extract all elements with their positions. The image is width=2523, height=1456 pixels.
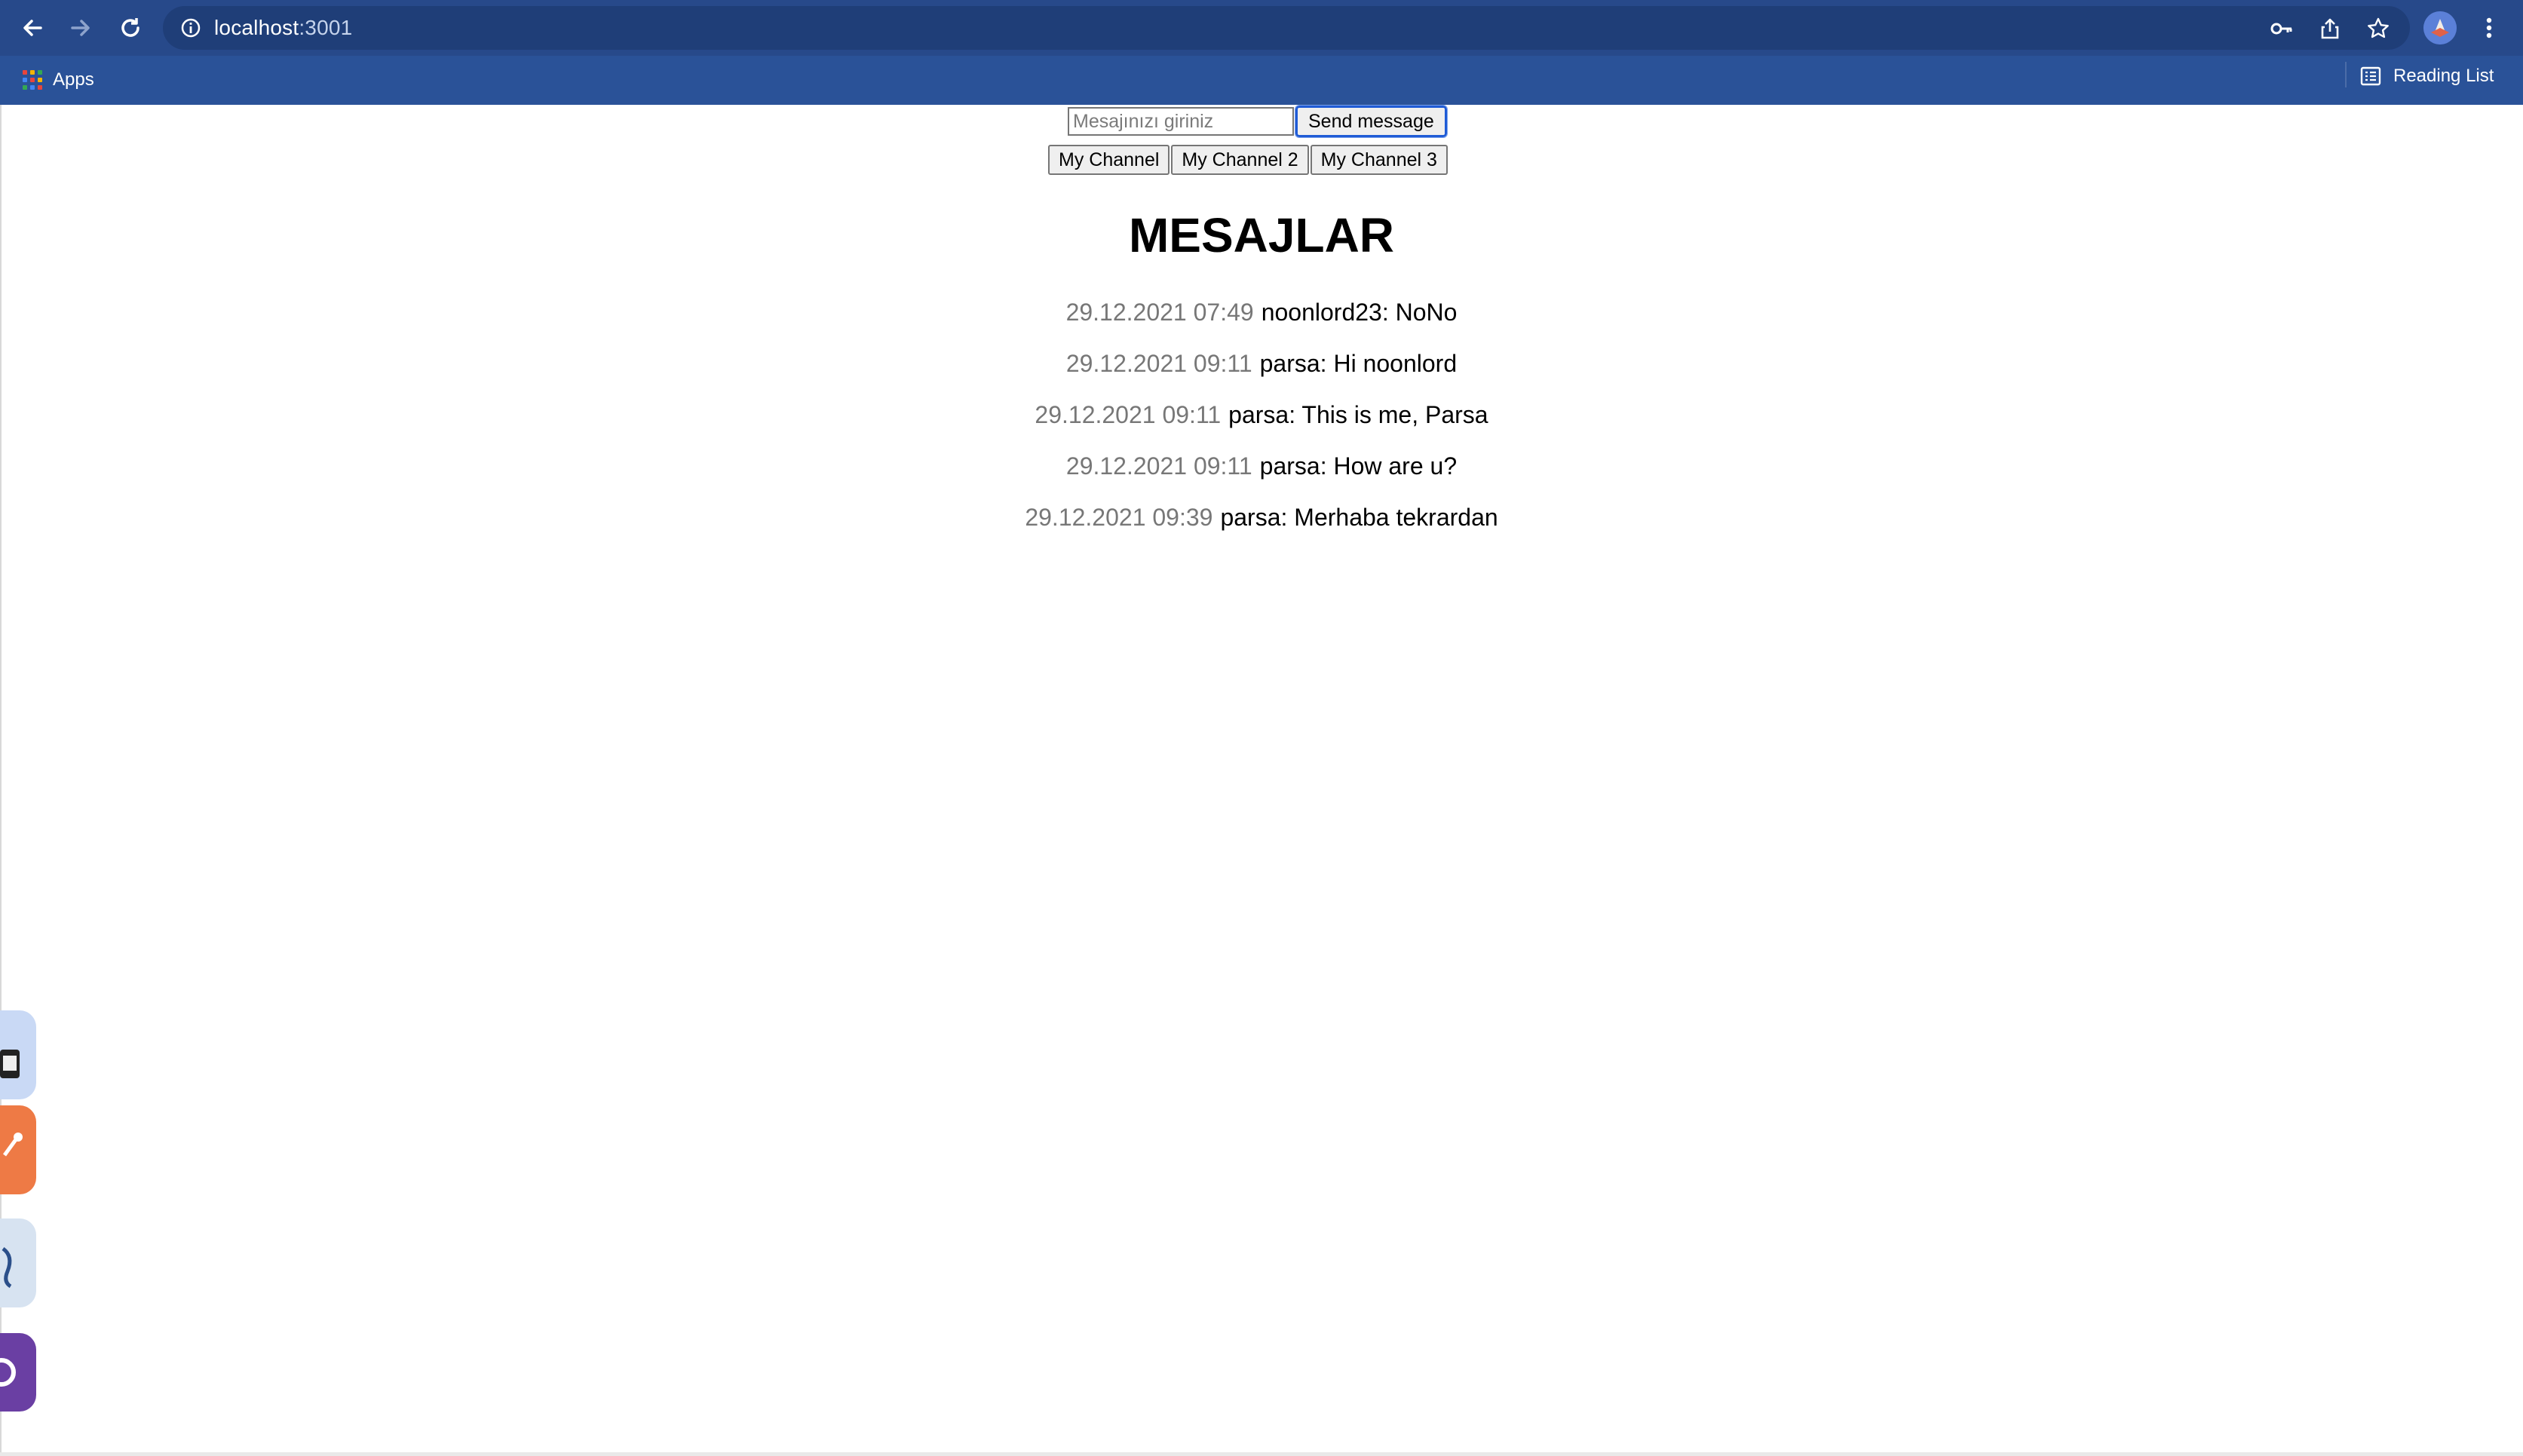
message-text: parsa: Merhaba tekrardan <box>1220 504 1498 531</box>
message-item: 29.12.2021 09:39 parsa: Merhaba tekrardan <box>0 495 2523 546</box>
message-timestamp: 29.12.2021 07:49 <box>1065 299 1254 326</box>
dock <box>0 1010 45 1433</box>
message-timestamp: 29.12.2021 09:11 <box>1065 452 1252 480</box>
send-message-button[interactable]: Send message <box>1295 105 1448 138</box>
bookmarks-bar: Apps <box>0 56 2523 105</box>
reading-list-button[interactable]: Reading List <box>2360 65 2494 87</box>
reading-list-label: Reading List <box>2393 66 2494 86</box>
message-text: parsa: How are u? <box>1259 452 1458 480</box>
message-timestamp: 29.12.2021 09:11 <box>1035 401 1222 428</box>
url-host: localhost <box>214 16 299 39</box>
channel-button-1[interactable]: My Channel <box>1048 145 1170 175</box>
menu-icon[interactable] <box>2470 9 2508 47</box>
message-text: noonlord23: NoNo <box>1261 299 1458 326</box>
dock-app-icon[interactable] <box>0 1105 36 1194</box>
message-item: 29.12.2021 07:49 noonlord23: NoNo <box>0 290 2523 341</box>
message-input[interactable] <box>1068 107 1294 136</box>
dock-app-icon[interactable] <box>0 1333 36 1412</box>
address-bar[interactable]: localhost:3001 <box>163 6 2410 50</box>
reload-icon[interactable] <box>112 9 149 47</box>
message-item: 29.12.2021 09:11 parsa: This is me, Parsa <box>0 392 2523 443</box>
page-title: MESAJLAR <box>1128 208 1395 262</box>
bottom-edge <box>0 1452 2523 1456</box>
url-text[interactable]: localhost:3001 <box>214 6 352 50</box>
channel-button-3[interactable]: My Channel 3 <box>1310 145 1448 175</box>
apps-label: Apps <box>53 69 94 90</box>
message-item: 29.12.2021 09:11 parsa: Hi noonlord <box>0 341 2523 392</box>
info-icon[interactable] <box>179 17 202 39</box>
message-timestamp: 29.12.2021 09:39 <box>1025 504 1213 531</box>
message-text: parsa: This is me, Parsa <box>1228 401 1488 428</box>
message-item: 29.12.2021 09:11 parsa: How are u? <box>0 443 2523 495</box>
browser-chrome: localhost:3001 Apps Reading List <box>0 0 2523 105</box>
bookmarks-divider <box>2345 62 2347 87</box>
dock-app-icon[interactable] <box>0 1218 36 1307</box>
profile-icon[interactable] <box>2423 11 2457 44</box>
dock-app-icon[interactable] <box>0 1010 36 1099</box>
apps-grid-icon <box>23 70 42 90</box>
channel-buttons: My Channel My Channel 2 My Channel 3 <box>1048 145 1448 175</box>
message-text: parsa: Hi noonlord <box>1259 350 1458 377</box>
back-icon[interactable] <box>14 9 51 47</box>
apps-bookmark[interactable]: Apps <box>23 65 94 95</box>
share-icon[interactable] <box>2318 17 2342 41</box>
message-list: 29.12.2021 07:49 noonlord23: NoNo 29.12.2… <box>0 290 2523 546</box>
reading-list-icon <box>2360 66 2381 86</box>
browser-toolbar: localhost:3001 <box>0 0 2523 56</box>
message-composer: Send message <box>1068 105 1448 138</box>
key-icon[interactable] <box>2270 17 2294 41</box>
channel-button-2[interactable]: My Channel 2 <box>1171 145 1309 175</box>
forward-icon[interactable] <box>62 9 100 47</box>
star-icon[interactable] <box>2366 17 2390 41</box>
message-timestamp: 29.12.2021 09:11 <box>1065 350 1252 377</box>
url-port: :3001 <box>299 16 353 39</box>
